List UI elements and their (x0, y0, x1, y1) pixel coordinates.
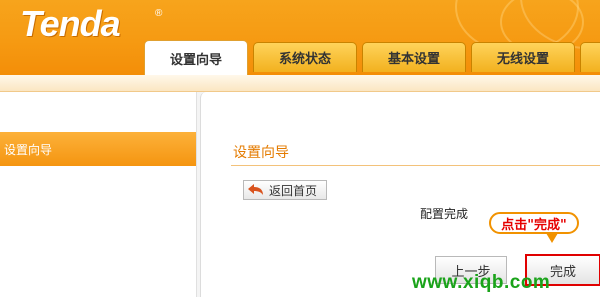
page-title: 设置向导 (233, 145, 289, 161)
tab-wireless-settings[interactable]: 无线设置 (471, 42, 575, 72)
tab-label: 无线设置 (496, 52, 549, 67)
registered-mark: ® (155, 8, 163, 19)
sidebar: 设置向导 (0, 92, 197, 297)
tab-system-status[interactable]: 系统状态 (253, 42, 357, 72)
sidebar-item-setup-wizard[interactable]: 设置向导 (0, 132, 196, 166)
callout-pointer (546, 233, 558, 243)
tab-label: 系统状态 (278, 52, 331, 67)
site-watermark: www.xiqb.com (412, 272, 551, 293)
header-bar: Tenda ® 设置向导 系统状态 基本设置 无线设置 (0, 0, 600, 75)
sub-nav-bar (0, 75, 600, 92)
tab-label: 基本设置 (387, 52, 440, 67)
back-arrow-icon (248, 184, 263, 195)
main-panel: 设置向导 返回首页 配置完成 点击"完成" 上一步 完成 (200, 92, 600, 297)
finish-label: 完成 (549, 264, 576, 280)
tab-setup-wizard[interactable]: 设置向导 (144, 40, 248, 75)
status-text: 配置完成 (420, 207, 469, 221)
tab-label: 设置向导 (169, 52, 222, 68)
title-divider (231, 165, 600, 166)
click-hint-callout: 点击"完成" (489, 212, 579, 234)
tenda-logo: Tenda (20, 3, 121, 44)
tab-more[interactable] (580, 42, 600, 72)
back-home-label: 返回首页 (269, 183, 318, 198)
back-home-button[interactable]: 返回首页 (243, 180, 327, 200)
sidebar-item-label: 设置向导 (4, 142, 53, 157)
tab-basic-settings[interactable]: 基本设置 (362, 42, 466, 72)
